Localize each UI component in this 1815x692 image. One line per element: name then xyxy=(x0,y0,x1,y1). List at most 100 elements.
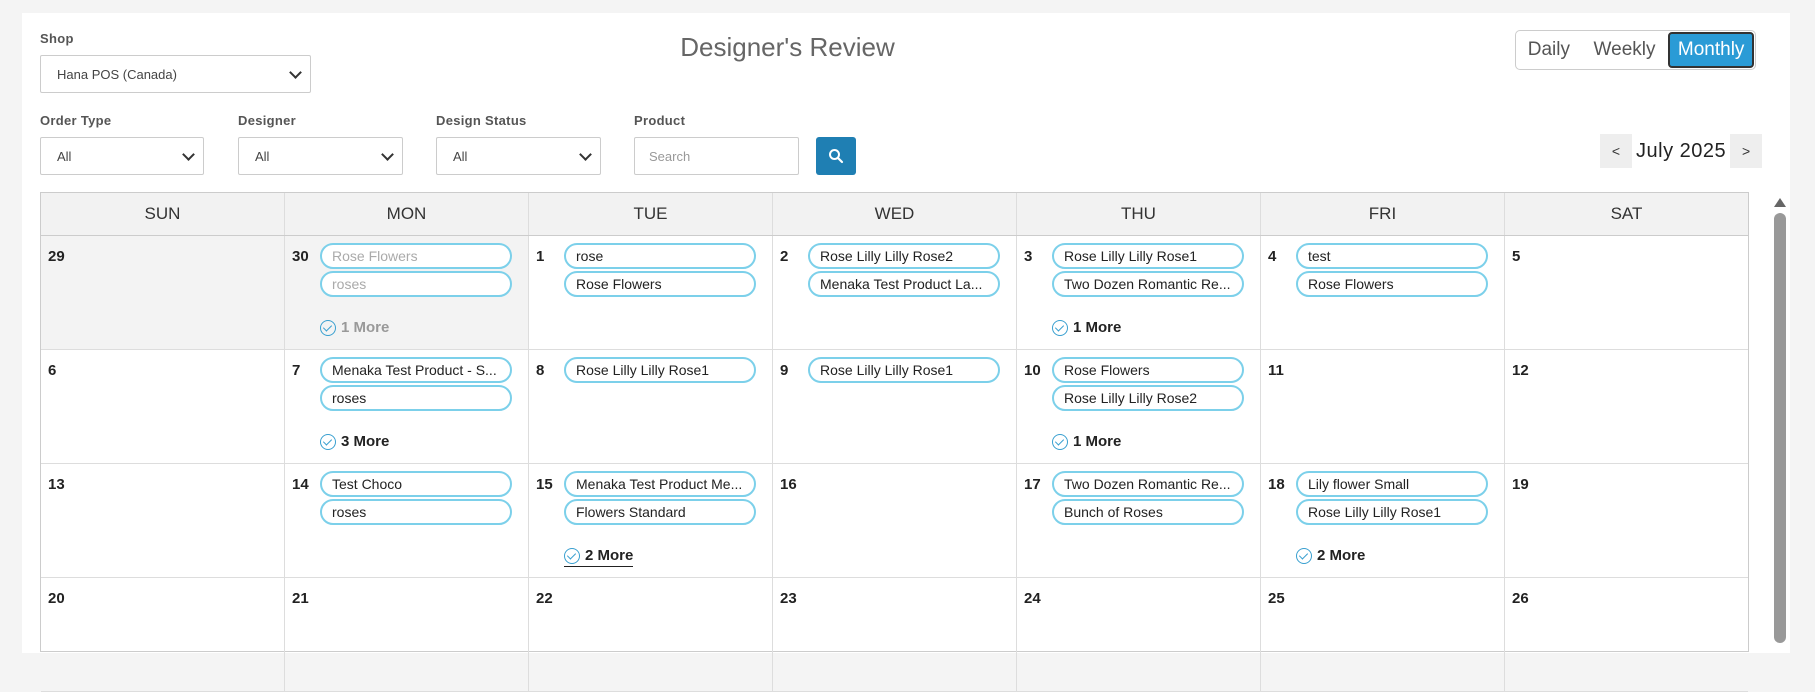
calendar-day-cell[interactable]: 3 Rose Lilly Lilly Rose1 Two Dozen Romanti… xyxy=(1016,236,1260,349)
calendar-day-cell[interactable]: 13 xyxy=(41,464,284,577)
calendar-day-cell[interactable]: 21 xyxy=(284,578,528,691)
day-number: 18 xyxy=(1268,476,1285,493)
search-button[interactable] xyxy=(816,137,856,175)
more-items-link[interactable]: 1 More xyxy=(1052,319,1121,336)
order-type-select[interactable]: All xyxy=(40,137,204,175)
order-item-pill[interactable]: Test Choco xyxy=(320,471,512,497)
scrollbar-thumb[interactable] xyxy=(1774,213,1786,643)
month-calendar: SUN MON TUE WED THU FRI SAT 29 30 Rose Flo… xyxy=(40,192,1749,692)
calendar-day-cell[interactable]: 29 xyxy=(41,236,284,349)
daily-view-button[interactable]: Daily xyxy=(1516,31,1582,69)
order-item-pill[interactable]: roses xyxy=(320,499,512,525)
check-circle-icon xyxy=(564,547,580,564)
weekday-tue: TUE xyxy=(528,193,772,235)
calendar-day-cell[interactable]: 16 xyxy=(772,464,1016,577)
scroll-up-arrow-icon[interactable] xyxy=(1774,198,1786,207)
order-item-pill[interactable]: roses xyxy=(320,385,512,411)
order-item-pill[interactable]: Lily flower Small xyxy=(1296,471,1488,497)
order-item-pill[interactable]: Menaka Test Product - S... xyxy=(320,357,512,383)
more-items-label: 1 More xyxy=(1073,433,1122,450)
calendar-day-cell[interactable]: 9 Rose Lilly Lilly Rose1 xyxy=(772,350,1016,463)
shop-select[interactable]: Hana POS (Canada) xyxy=(40,55,311,93)
order-item-pill[interactable]: Rose Flowers xyxy=(1296,271,1488,297)
product-search-input[interactable]: Search xyxy=(634,137,799,175)
weekday-mon: MON xyxy=(284,193,528,235)
calendar-day-cell[interactable]: 25 xyxy=(1260,578,1504,691)
more-items-link[interactable]: 1 More xyxy=(320,319,389,336)
order-item-pill[interactable]: roses xyxy=(320,271,512,297)
shop-label: Shop xyxy=(40,31,74,46)
calendar-day-cell[interactable]: 12 xyxy=(1504,350,1748,463)
order-item-pill[interactable]: Rose Lilly Lilly Rose1 xyxy=(808,357,1000,383)
search-icon xyxy=(829,149,844,164)
order-item-pill[interactable]: Bunch of Roses xyxy=(1052,499,1244,525)
order-item-pill[interactable]: rose xyxy=(564,243,756,269)
view-toggle: Daily Weekly Monthly xyxy=(1515,30,1756,70)
design-status-select[interactable]: All xyxy=(436,137,601,175)
calendar-day-cell[interactable]: 2 Rose Lilly Lilly Rose2 Menaka Test Produ… xyxy=(772,236,1016,349)
order-item-pill[interactable]: Menaka Test Product Me... xyxy=(564,471,756,497)
calendar-day-cell[interactable]: 17 Two Dozen Romantic Re... Bunch of Roses xyxy=(1016,464,1260,577)
more-items-label: 3 More xyxy=(341,433,390,450)
vertical-scrollbar[interactable] xyxy=(1774,196,1786,643)
weekday-sat: SAT xyxy=(1504,193,1748,235)
calendar-day-cell[interactable]: 30 Rose Flowers roses 1 More xyxy=(284,236,528,349)
order-item-pill[interactable]: Rose Lilly Lilly Rose1 xyxy=(1296,499,1488,525)
day-number: 6 xyxy=(48,362,57,379)
page-title: Designer's Review xyxy=(680,32,895,62)
day-number: 26 xyxy=(1512,590,1529,607)
order-item-pill[interactable]: Rose Lilly Lilly Rose1 xyxy=(1052,243,1244,269)
calendar-day-cell[interactable]: 24 xyxy=(1016,578,1260,691)
weekday-fri: FRI xyxy=(1260,193,1504,235)
next-month-button[interactable]: > xyxy=(1730,134,1763,168)
weekly-view-button[interactable]: Weekly xyxy=(1582,31,1668,69)
order-item-pill[interactable]: test xyxy=(1296,243,1488,269)
order-item-pill[interactable]: Rose Flowers xyxy=(564,271,756,297)
more-items-link[interactable]: 2 More xyxy=(564,547,634,567)
calendar-day-cell[interactable]: 10 Rose Flowers Rose Lilly Lilly Rose2 1 Mo… xyxy=(1016,350,1260,463)
day-number: 3 xyxy=(1024,248,1033,265)
weekday-thu: THU xyxy=(1016,193,1260,235)
calendar-day-cell[interactable]: 8 Rose Lilly Lilly Rose1 xyxy=(528,350,772,463)
calendar-day-cell[interactable]: 14 Test Choco roses xyxy=(284,464,528,577)
calendar-day-cell[interactable]: 1 rose Rose Flowers xyxy=(528,236,772,349)
day-number: 22 xyxy=(536,590,553,607)
order-item-pill[interactable]: Rose Lilly Lilly Rose2 xyxy=(808,243,1000,269)
order-item-pill[interactable]: Rose Lilly Lilly Rose1 xyxy=(564,357,756,383)
designer-select[interactable]: All xyxy=(238,137,403,175)
calendar-day-cell[interactable]: 15 Menaka Test Product Me... Flowers Stand… xyxy=(528,464,772,577)
calendar-day-cell[interactable]: 4 test Rose Flowers xyxy=(1260,236,1504,349)
current-month-label: July 2025 xyxy=(1636,139,1727,162)
order-item-pill[interactable]: Rose Lilly Lilly Rose2 xyxy=(1052,385,1244,411)
calendar-day-cell[interactable]: 6 xyxy=(41,350,284,463)
calendar-body: 29 30 Rose Flowers roses 1 More 1 rose Rose Flo… xyxy=(41,236,1748,692)
order-item-pill[interactable]: Rose Flowers xyxy=(1052,357,1244,383)
monthly-view-button[interactable]: Monthly xyxy=(1668,32,1754,68)
chevron-down-icon xyxy=(182,148,195,161)
calendar-day-cell[interactable]: 18 Lily flower Small Rose Lilly Lilly Rose… xyxy=(1260,464,1504,577)
calendar-day-cell[interactable]: 11 xyxy=(1260,350,1504,463)
more-items-link[interactable]: 3 More xyxy=(320,433,389,450)
calendar-week-row: 13 14 Test Choco roses 15 Menaka Test Product… xyxy=(41,464,1748,578)
order-item-pill[interactable]: Two Dozen Romantic Re... xyxy=(1052,271,1244,297)
calendar-day-cell[interactable]: 19 xyxy=(1504,464,1748,577)
more-items-link[interactable]: 2 More xyxy=(1296,547,1365,564)
more-items-link[interactable]: 1 More xyxy=(1052,433,1121,450)
order-item-pill[interactable]: Rose Flowers xyxy=(320,243,512,269)
calendar-day-cell[interactable]: 26 xyxy=(1504,578,1748,691)
day-number: 19 xyxy=(1512,476,1529,493)
order-item-pill[interactable]: Two Dozen Romantic Re... xyxy=(1052,471,1244,497)
product-label: Product xyxy=(634,113,686,128)
calendar-day-cell[interactable]: 5 xyxy=(1504,236,1748,349)
calendar-day-cell[interactable]: 20 xyxy=(41,578,284,691)
prev-month-button[interactable]: < xyxy=(1600,134,1632,168)
chevron-down-icon xyxy=(289,66,302,79)
day-number: 23 xyxy=(780,590,797,607)
day-number: 1 xyxy=(536,248,545,265)
calendar-day-cell[interactable]: 22 xyxy=(528,578,772,691)
order-item-pill[interactable]: Flowers Standard xyxy=(564,499,756,525)
order-item-pill[interactable]: Menaka Test Product La... xyxy=(808,271,1000,297)
calendar-day-cell[interactable]: 23 xyxy=(772,578,1016,691)
calendar-day-cell[interactable]: 7 Menaka Test Product - S... roses 3 More xyxy=(284,350,528,463)
calendar-week-row: 29 30 Rose Flowers roses 1 More 1 rose Rose Flo… xyxy=(41,236,1748,350)
